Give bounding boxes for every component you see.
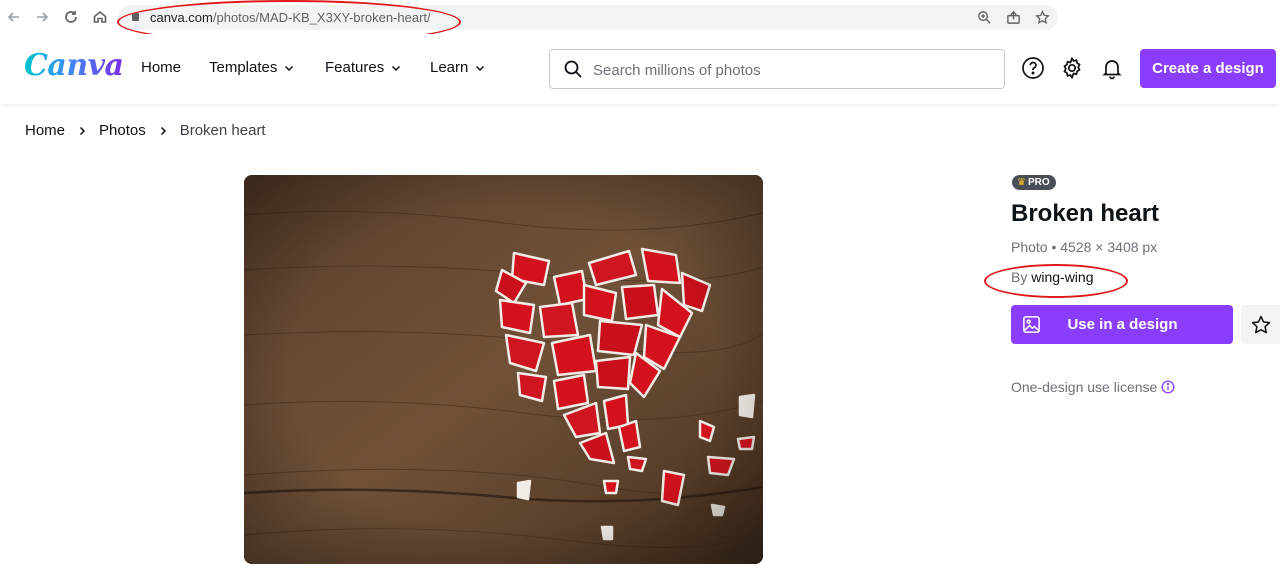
info-icon[interactable] (1161, 380, 1175, 394)
chevron-right-icon (79, 126, 86, 135)
pro-badge-label: PRO (1027, 177, 1050, 188)
back-icon[interactable] (4, 7, 24, 27)
canva-logo[interactable]: Canva (24, 48, 124, 83)
license-info[interactable]: One-design use license (1011, 379, 1175, 395)
author-link[interactable]: wing-wing (1031, 269, 1093, 285)
breadcrumb: Home Photos Broken heart (25, 122, 266, 139)
broken-heart-image (244, 175, 763, 564)
browser-toolbar: canva.com/photos/MAD-KB_X3XY-broken-hear… (0, 0, 1280, 34)
url-text: canva.com/photos/MAD-KB_X3XY-broken-hear… (150, 10, 431, 25)
bookmark-star-icon[interactable] (1034, 9, 1051, 26)
nav-home-label: Home (141, 59, 182, 76)
nav-templates-label: Templates (209, 59, 278, 76)
settings-icon[interactable] (1060, 56, 1084, 80)
help-icon[interactable] (1021, 56, 1045, 80)
share-icon[interactable] (1005, 9, 1022, 26)
nav-templates[interactable]: Templates (209, 59, 295, 76)
pro-badge: ♛ PRO (1012, 175, 1056, 190)
breadcrumb-photos[interactable]: Photos (99, 122, 146, 139)
nav-features[interactable]: Features (325, 59, 402, 76)
notifications-icon[interactable] (1100, 56, 1124, 80)
breadcrumb-home[interactable]: Home (25, 122, 65, 139)
use-in-design-label: Use in a design (1067, 316, 1178, 333)
nav-learn[interactable]: Learn (430, 59, 486, 76)
photo-byline: By wing-wing (1011, 269, 1093, 285)
photo-title: Broken heart (1011, 200, 1160, 227)
create-design-button[interactable]: Create a design (1140, 49, 1276, 88)
nav-features-label: Features (325, 59, 385, 76)
broken-heart-photo[interactable] (244, 175, 763, 564)
nav-home[interactable]: Home (141, 59, 181, 76)
search-box[interactable] (549, 49, 1005, 89)
search-icon (564, 60, 582, 78)
crown-icon: ♛ (1017, 177, 1026, 188)
chevron-down-icon (285, 65, 294, 71)
chevron-down-icon (392, 65, 401, 71)
chevron-right-icon (160, 126, 166, 135)
photo-meta: Photo • 4528 × 3408 px (1011, 239, 1158, 255)
search-input[interactable] (593, 59, 993, 81)
favorite-button[interactable] (1241, 305, 1280, 344)
lock-icon (132, 13, 139, 21)
address-bar[interactable]: canva.com/photos/MAD-KB_X3XY-broken-hear… (118, 5, 1058, 30)
license-label: One-design use license (1011, 379, 1158, 395)
star-icon (1251, 315, 1270, 333)
reload-icon[interactable] (61, 7, 81, 27)
zoom-icon[interactable] (976, 9, 993, 26)
nav-learn-label: Learn (430, 59, 469, 76)
breadcrumb-current: Broken heart (179, 122, 266, 139)
forward-icon[interactable] (32, 7, 52, 27)
home-icon[interactable] (90, 7, 110, 27)
site-header: Canva Home Templates Features Learn Crea… (0, 34, 1280, 104)
byline-prefix: By (1011, 269, 1028, 285)
use-in-design-button[interactable]: Use in a design (1011, 305, 1233, 344)
chevron-down-icon (476, 65, 485, 71)
